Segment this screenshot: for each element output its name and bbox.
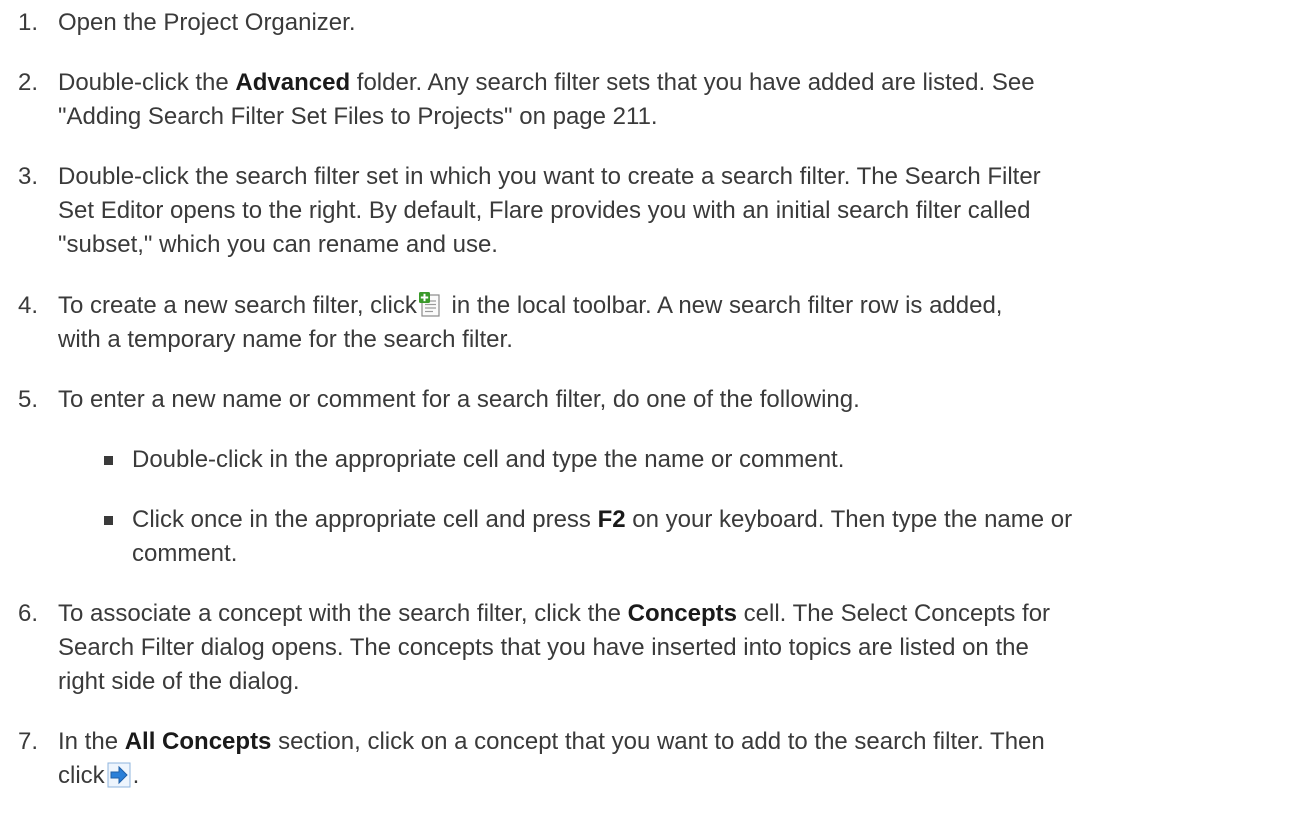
step-7-text-post: section, click on a concept that you wan…	[271, 728, 1045, 755]
step-text: Double-click the search filter set in wh…	[58, 160, 1288, 262]
step-6-line-2: Search Filter dialog opens. The concepts…	[58, 634, 1029, 661]
substep-1-text: Double-click in the appropriate cell and…	[132, 446, 845, 473]
all-concepts-term: All Concepts	[124, 728, 272, 755]
substep-2-text-post: on your keyboard. Then type the name or	[625, 506, 1073, 533]
step-number: 6.	[18, 600, 39, 627]
substep-2: Click once in the appropriate cell and p…	[102, 503, 1292, 571]
step-1-text: Open the Project Organizer.	[58, 9, 356, 36]
cross-reference-link[interactable]: "Adding Search Filter Set Files to Proje…	[58, 103, 658, 130]
substep-1: Double-click in the appropriate cell and…	[102, 443, 1292, 477]
step-6: 6. To associate a concept with the searc…	[18, 597, 1288, 699]
step-text: In the All Concepts section, click on a …	[58, 725, 1288, 793]
step-number: 3.	[18, 163, 39, 190]
step-4-text-pre: To create a new search filter, click	[58, 292, 417, 319]
step-5: 5. To enter a new name or comment for a …	[18, 383, 1288, 417]
step-3-line-2: Set Editor opens to the right. By defaul…	[58, 197, 1031, 224]
step-6-text-post: cell. The Select Concepts for	[736, 600, 1051, 627]
step-1: 1. Open the Project Organizer.	[18, 6, 1288, 40]
step-5-text: To enter a new name or comment for a sea…	[58, 386, 860, 413]
substep-2-line-2: comment.	[132, 540, 238, 567]
new-item-icon	[418, 292, 443, 318]
step-4: 4. To create a new search filter, click …	[18, 289, 1288, 357]
step-number: 2.	[18, 69, 39, 96]
f2-key-term: F2	[597, 506, 626, 533]
step-number: 4.	[18, 292, 39, 319]
step-number: 7.	[18, 728, 39, 755]
substep-text: Click once in the appropriate cell and p…	[132, 503, 1292, 571]
step-text: To enter a new name or comment for a sea…	[58, 383, 1288, 417]
bullet-square-icon	[102, 443, 132, 477]
step-7: 7. In the All Concepts section, click on…	[18, 725, 1288, 793]
step-3: 3. Double-click the search filter set in…	[18, 160, 1288, 262]
bullet-square-icon	[102, 503, 132, 571]
step-2-text-post: folder. Any search filter sets that you …	[350, 69, 1035, 96]
step-4-text-post: in the local toolbar. A new search filte…	[444, 292, 1003, 319]
step-7-text-pre: In the	[58, 728, 125, 755]
document-page: 1. Open the Project Organizer. 2. Double…	[0, 0, 1300, 829]
step-text: Double-click the Advanced folder. Any se…	[58, 66, 1288, 134]
step-2-text-pre: Double-click the	[58, 69, 236, 96]
step-number: 1.	[18, 9, 39, 36]
step-4-line-2: with a temporary name for the search fil…	[58, 326, 513, 353]
substep-2-text-pre: Click once in the appropriate cell and p…	[132, 506, 598, 533]
step-6-line-3: right side of the dialog.	[58, 668, 300, 695]
step-3-line-1: Double-click the search filter set in wh…	[58, 163, 1041, 190]
advanced-folder-term: Advanced	[235, 69, 351, 96]
substep-text: Double-click in the appropriate cell and…	[132, 443, 1292, 477]
step-text: Open the Project Organizer.	[58, 6, 1288, 40]
step-number: 5.	[18, 386, 39, 413]
step-text: To create a new search filter, click in …	[58, 289, 1288, 357]
step-text: To associate a concept with the search f…	[58, 597, 1288, 699]
concepts-cell-term: Concepts	[627, 600, 737, 627]
step-3-line-3: "subset," which you can rename and use.	[58, 231, 498, 258]
step-6-text-pre: To associate a concept with the search f…	[58, 600, 628, 627]
step-7-line-2-post: .	[132, 762, 140, 789]
step-2: 2. Double-click the Advanced folder. Any…	[18, 66, 1288, 134]
step-7-line-2-pre: click	[58, 762, 105, 789]
right-arrow-icon	[107, 762, 131, 788]
